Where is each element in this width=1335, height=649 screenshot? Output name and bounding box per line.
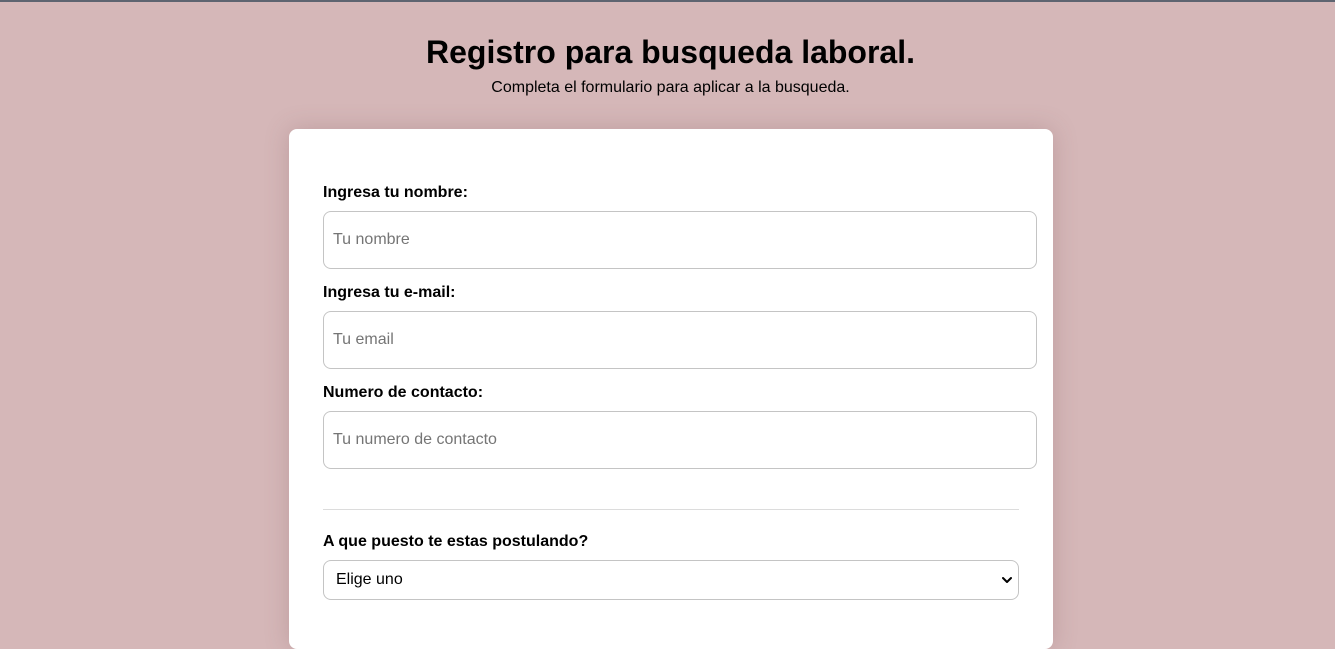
email-label: Ingresa tu e-mail: — [323, 284, 456, 301]
email-input[interactable] — [323, 311, 1037, 369]
position-select[interactable]: Elige uno — [323, 560, 1019, 600]
form-divider — [323, 509, 1019, 510]
phone-label: Numero de contacto: — [323, 384, 484, 401]
chevron-down-icon — [1002, 577, 1012, 583]
window-top-border — [0, 0, 1335, 2]
page-subtitle: Completa el formulario para aplicar a la… — [491, 79, 850, 96]
page-title: Registro para busqueda laboral. — [426, 34, 915, 70]
position-select-value: Elige uno — [336, 571, 403, 588]
name-label: Ingresa tu nombre: — [323, 184, 468, 201]
position-label: A que puesto te estas postulando? — [323, 533, 589, 550]
name-input[interactable] — [323, 211, 1037, 269]
phone-input[interactable] — [323, 411, 1037, 469]
application-form: Ingresa tu nombre: Ingresa tu e-mail: Nu… — [289, 129, 1053, 649]
